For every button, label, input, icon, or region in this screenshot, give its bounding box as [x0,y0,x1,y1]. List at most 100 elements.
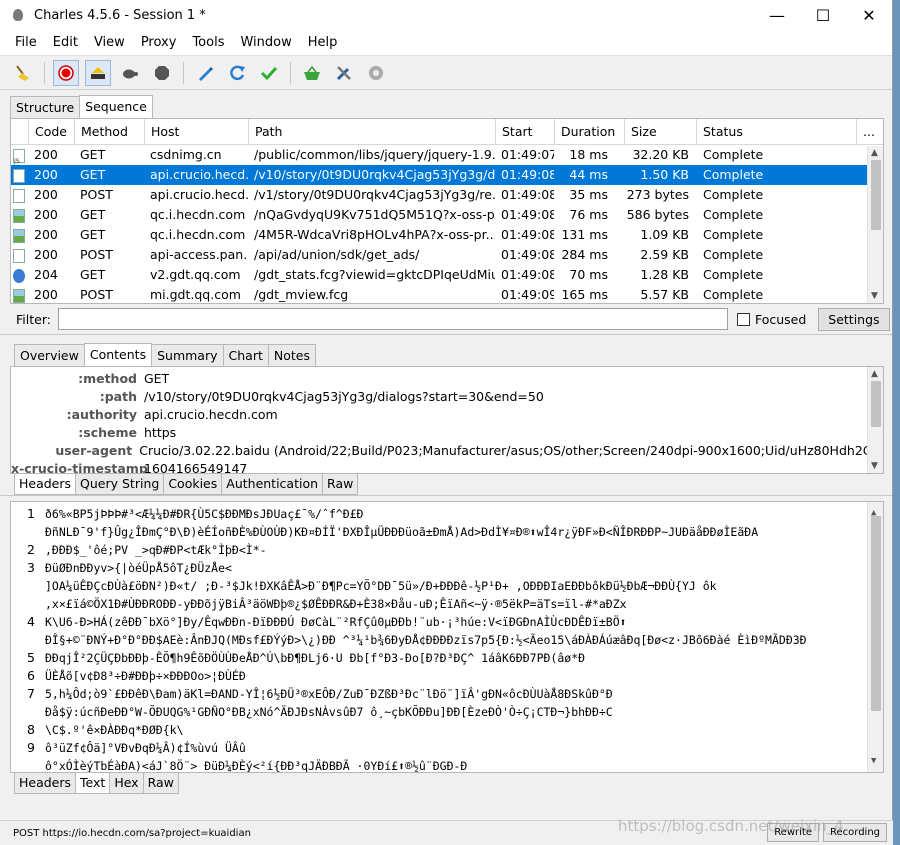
header-value: GET [144,371,170,386]
broom-icon[interactable] [10,60,36,86]
focused-checkbox[interactable] [736,312,750,326]
scroll-down-icon[interactable]: ▼ [871,461,878,471]
table-row[interactable]: 200 GET api.crucio.hecd... /v10/story/0t9DU… [11,165,883,185]
settings-button[interactable]: Settings [818,307,890,331]
table-row[interactable]: 200 POST api-access.pan... /api/ad/union/sd… [11,245,883,265]
tab-headers[interactable]: Headers [14,474,77,495]
col-status[interactable]: Status [697,119,857,144]
tab-chart[interactable]: Chart [222,344,269,366]
col-host[interactable]: Host [145,119,249,144]
line-text: ÐÎ§+©¨ÐNÝ+Ð°Ð°ÐÐ$AEè:ÂnÐJQ(MÐsf£ÐÝýÐ>\¿)… [45,633,807,647]
stop-icon[interactable] [149,60,175,86]
tab-sequence[interactable]: Sequence [79,95,153,119]
tab-response-headers[interactable]: Headers [14,773,77,794]
scroll-down-icon[interactable]: ▼ [871,752,876,770]
col-path[interactable]: Path [249,119,496,144]
tab-notes[interactable]: Notes [267,344,316,366]
menu-edit[interactable]: Edit [43,35,84,50]
text-line: 9 ô³üZf¢Ôä]°VÐvÐqÐ¼Â)¢Í%ùvú ÜÂû [11,739,883,757]
table-scrollbar[interactable]: ▲ ▼ [867,146,883,303]
tab-response-raw[interactable]: Raw [142,773,179,794]
tab-raw[interactable]: Raw [322,474,359,495]
filter-input[interactable] [57,308,728,330]
basket-icon[interactable] [299,60,325,86]
minimize-button[interactable]: — [754,0,800,30]
line-text: 5,h¼Ôd;ò9`£ÐÐêÐ\Ðam)äKl=ÐAND-YÎ¦6½ÐÜ³®xE… [45,687,613,701]
status-text: POST https://io.hecdn.com/sa?project=kua… [13,827,251,839]
menu-window[interactable]: Window [230,35,297,50]
line-number: 9 [27,740,35,755]
col-start[interactable]: Start [496,119,555,144]
cell-host: v2.gdt.qq.com [150,267,241,282]
cell-status: Complete [703,147,764,162]
tab-summary[interactable]: Summary [151,344,224,366]
tab-structure[interactable]: Structure [10,96,81,118]
script-file-icon [13,148,25,165]
table-row[interactable]: 200 GET qc.i.hecdn.com/nQaGvdyqU9Kv751dQ5M… [11,205,883,225]
text-line: 6 ÜÈÅõ[v¢Ð8³÷Ð#ÐÐþ÷×ÐÐÐOo>¦ÐÙÉÐ [11,667,883,685]
menu-help[interactable]: Help [298,35,344,50]
cell-path: /public/common/libs/jquery/jquery-1.9...… [254,147,496,162]
splitter[interactable] [0,334,892,342]
turtle-icon[interactable] [117,60,143,86]
table-row[interactable]: 200 POST api.crucio.hecd... /v1/story/0t9DU… [11,185,883,205]
cell-start: 01:49:08 [501,187,555,202]
table-row[interactable]: 200 POST mi.gdt.qq.com/gdt_mview.fcg 01:49:… [11,285,883,305]
image-file-icon [13,288,25,303]
menu-view[interactable]: View [84,35,131,50]
cell-status: Complete [703,207,764,222]
close-button[interactable]: ✕ [846,0,892,30]
cell-method: GET [80,227,106,242]
table-row[interactable]: 200 GET qc.i.hecdn.com/4M5R-WdcaVri8pHOLv4… [11,225,883,245]
table-row[interactable]: 200 GET csdnimg.cn/public/common/libs/jque… [11,145,883,165]
tab-text[interactable]: Text [75,773,111,794]
file-icon [11,285,29,305]
throttle-icon[interactable] [85,59,111,86]
validate-icon[interactable] [256,60,282,86]
table-row[interactable]: 204 GET v2.gdt.qq.com/gdt_stats.fcg?viewid… [11,265,883,285]
col-duration[interactable]: Duration [555,119,625,144]
detail-tabs: Overview Contents Summary Chart Notes [0,342,892,367]
cell-start: 01:49:08 [501,167,555,182]
cell-method: GET [80,167,106,182]
line-number: 7 [27,686,35,701]
tab-overview[interactable]: Overview [14,344,85,366]
document-icon [13,168,25,183]
cell-path: /api/ad/union/sdk/get_ads/ [254,247,420,262]
tab-contents[interactable]: Contents [83,343,153,367]
menu-file[interactable]: File [5,35,43,50]
tab-query-string[interactable]: Query String [75,474,165,495]
col-code[interactable]: Code [29,119,75,144]
scroll-up-icon[interactable]: ▲ [871,148,878,158]
line-number [11,703,45,721]
maximize-button[interactable]: ☐ [800,0,846,30]
text-line: 4 K\U6-Ð>HÁ(zêÐÐ¯bXö°]Ðy/ÊqwÐÐn-ÐïÐÐÐÚ Ðø… [11,613,883,631]
cell-host: api.crucio.hecd... [150,187,249,202]
menu-proxy[interactable]: Proxy [131,35,183,50]
scroll-up-icon[interactable]: ▲ [871,369,878,379]
col-method[interactable]: Method [75,119,145,144]
cell-method: POST [80,187,113,202]
cell-code: 200 [34,227,58,242]
settings-icon[interactable] [363,60,389,86]
cell-duration: 70 ms [569,267,608,282]
file-icon [11,265,29,285]
col-more[interactable]: ... [857,119,881,144]
cell-path: /gdt_mview.fcg [254,287,349,302]
tab-authentication[interactable]: Authentication [221,474,324,495]
line-number [11,631,45,649]
headers-scrollbar[interactable]: ▲ ▼ [867,367,883,473]
tab-cookies[interactable]: Cookies [163,474,223,495]
text-scrollbar[interactable]: ▲ ▼ [867,502,883,772]
tab-hex[interactable]: Hex [109,773,144,794]
repeat-icon[interactable] [224,60,250,86]
focused-label: Focused [754,311,807,327]
record-icon[interactable] [53,59,79,86]
cell-path: /nQaGvdyqU9Kv751dQ5M51Q?x-oss-p... [254,207,496,222]
tools-icon[interactable] [331,60,357,86]
menu-tools[interactable]: Tools [182,35,230,50]
compose-icon[interactable] [192,60,218,86]
document-icon [13,188,25,203]
col-size[interactable]: Size [625,119,697,144]
scroll-down-icon[interactable]: ▼ [871,291,878,301]
